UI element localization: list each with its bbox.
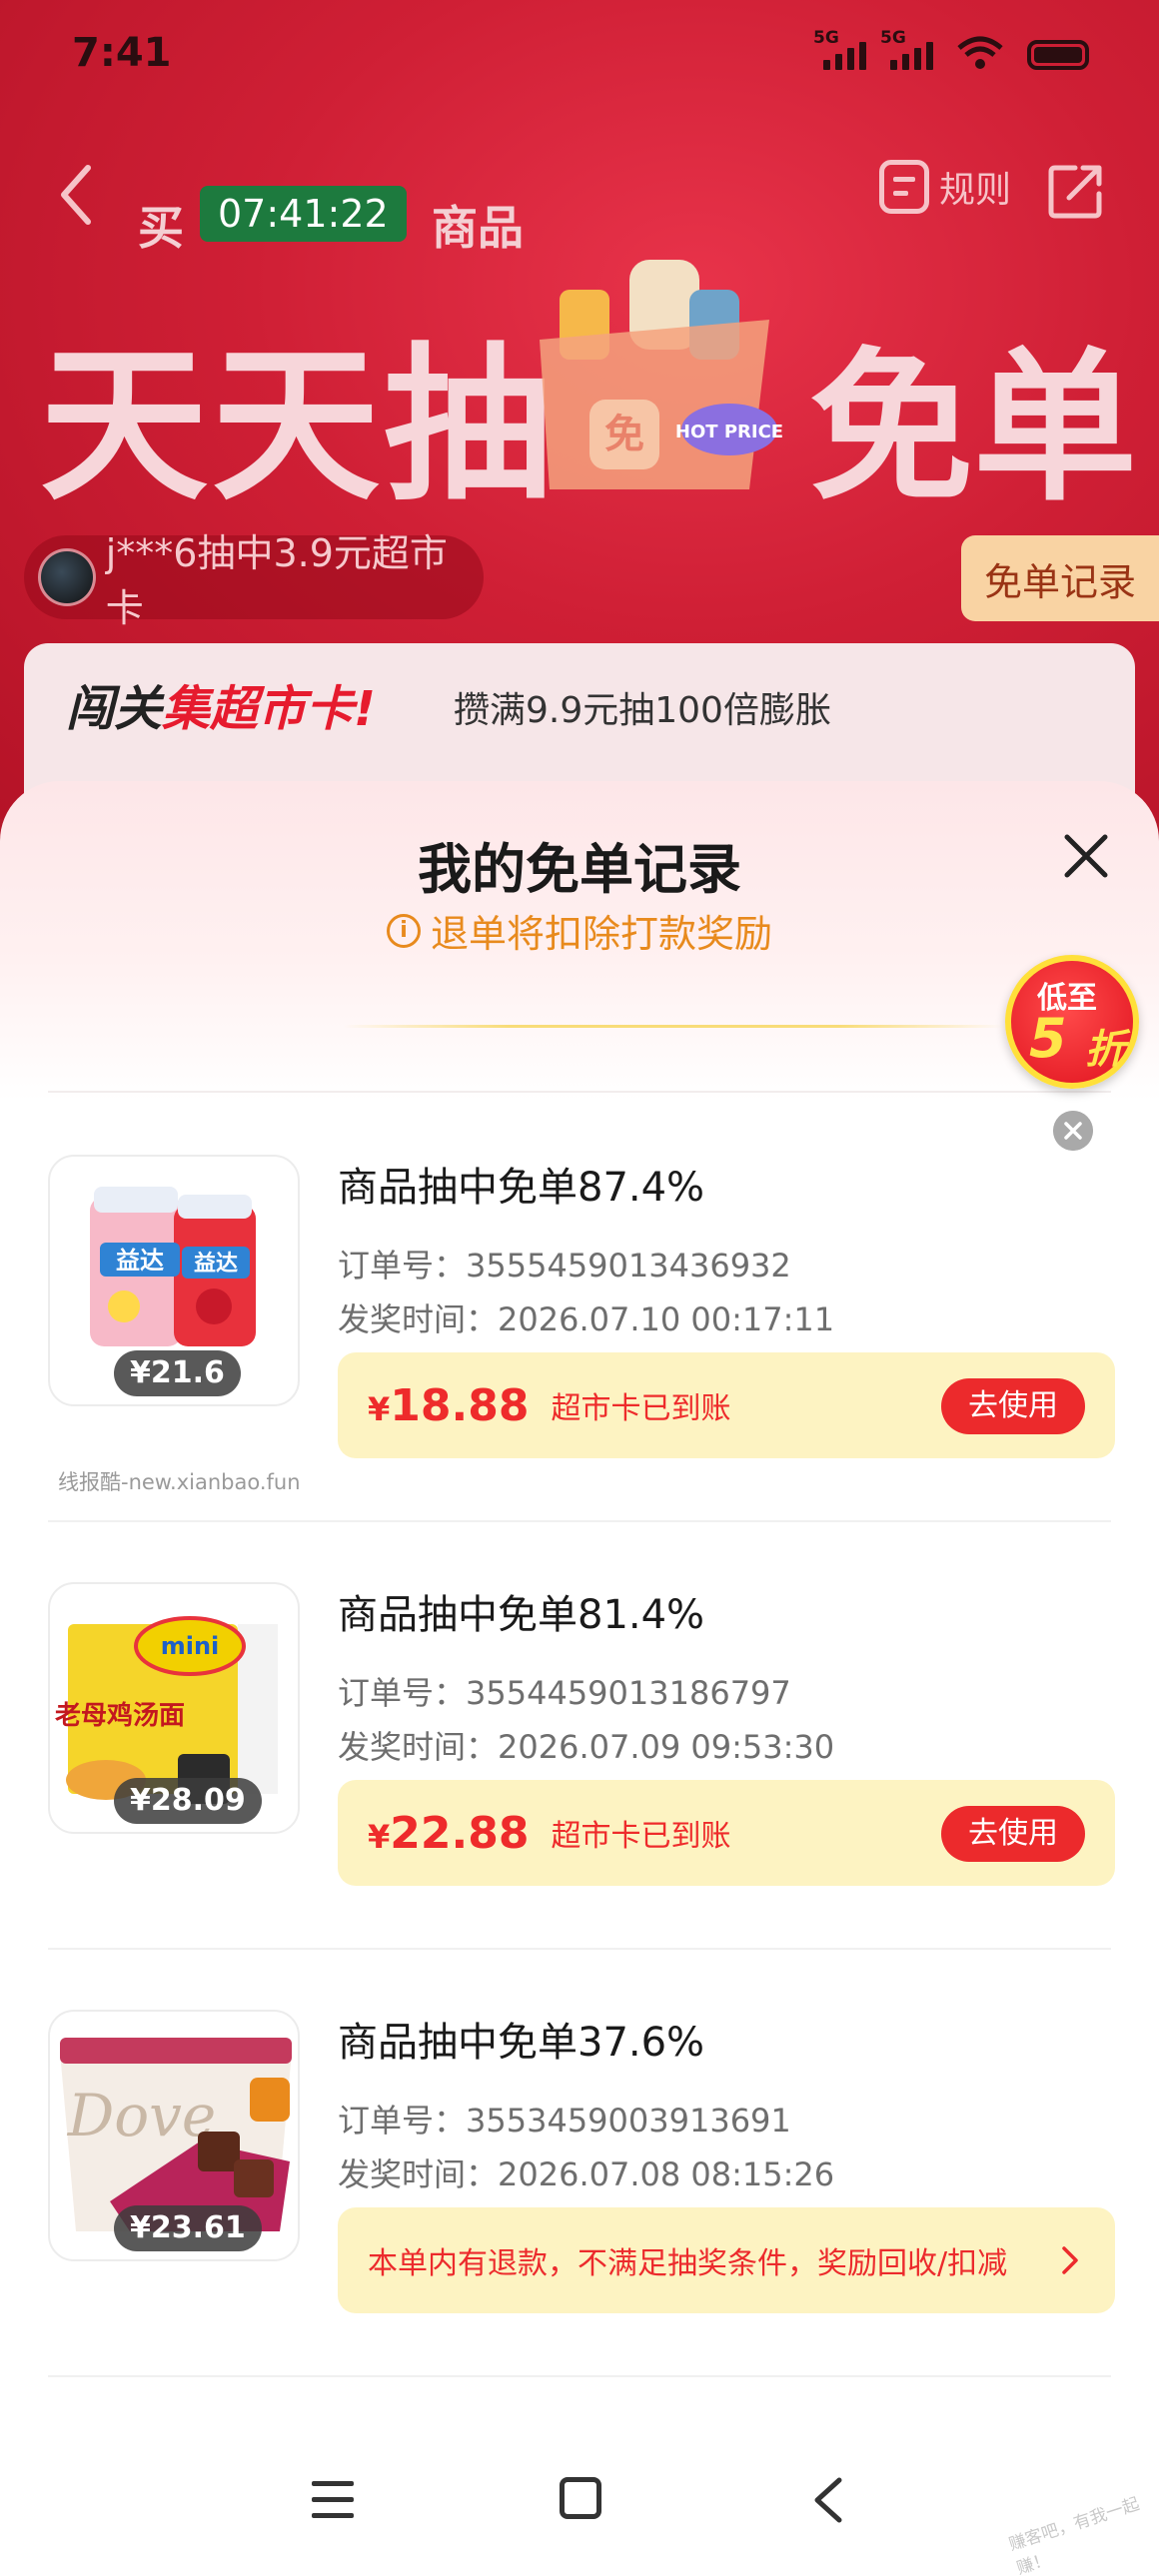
- reward-bar: ¥18.88 超市卡已到账 去使用: [338, 1352, 1115, 1458]
- product-thumbnail[interactable]: Dove ¥23.61: [48, 2010, 300, 2261]
- screen-record-timer: 07:41:22: [200, 186, 407, 242]
- order-number: 订单号：3555459013436932: [338, 1247, 791, 1285]
- svg-text:免: 免: [604, 412, 644, 457]
- shopping-bag-illustration: 免 HOT PRICE: [540, 260, 783, 489]
- reward-status: 超市卡已到账: [551, 1819, 731, 1854]
- battery-icon: [1027, 40, 1089, 70]
- signal-icon: 5G: [813, 28, 866, 70]
- refund-warning-text: 本单内有退款，不满足抽奖条件，奖励回收/扣减: [368, 2246, 1008, 2281]
- refund-notice-text: 退单将扣除打款奖励: [430, 912, 772, 956]
- info-icon: i: [386, 913, 421, 948]
- avatar: [38, 548, 96, 606]
- record-title: 商品抽中免单37.6%: [338, 2020, 705, 2066]
- record-item: 益达 益达 ¥21.6 商品抽中免单87.4% 订单号：355545901343…: [0, 1155, 1159, 1582]
- share-icon[interactable]: [1045, 160, 1107, 222]
- back-icon[interactable]: [809, 2475, 845, 2525]
- divider: [48, 1091, 1111, 1093]
- status-icons: 5G 5G: [813, 28, 1089, 70]
- headline-left: 天天抽: [40, 328, 556, 523]
- status-time: 7:41: [72, 30, 172, 76]
- use-button[interactable]: 去使用: [941, 1806, 1085, 1862]
- refund-notice-bar[interactable]: 本单内有退款，不满足抽奖条件，奖励回收/扣减: [338, 2207, 1115, 2313]
- banner: 7:41 5G 5G 买商品 07:41:22 规则 天天抽 免 HOT PRI…: [0, 0, 1159, 819]
- record-item: Dove ¥23.61 商品抽中免单37.6% 订单号：355345900391…: [0, 2010, 1159, 2437]
- reward-amount: ¥22.88: [368, 1807, 530, 1859]
- product-thumbnail[interactable]: 益达 益达 ¥21.6: [48, 1155, 300, 1406]
- reward-bar: ¥22.88 超市卡已到账 去使用: [338, 1780, 1115, 1886]
- record-item: mini 老母鸡汤面 ¥28.09 商品抽中免单81.4% 订单号：355445…: [0, 1582, 1159, 2010]
- system-nav-bar: [0, 2437, 1159, 2576]
- promo-subtitle: 攒满9.9元抽100倍膨胀: [454, 690, 831, 731]
- sheet-title: 我的免单记录: [418, 838, 741, 901]
- home-icon[interactable]: [560, 2477, 601, 2519]
- divider: [48, 1948, 1111, 1950]
- refund-notice: i 退单将扣除打款奖励: [0, 903, 1159, 958]
- use-button[interactable]: 去使用: [941, 1378, 1085, 1434]
- divider: [48, 2375, 1111, 2377]
- svg-text:老母鸡汤面: 老母鸡汤面: [55, 1700, 185, 1731]
- wifi-icon: [957, 36, 1003, 69]
- order-number: 订单号：3554459013186797: [338, 1674, 791, 1712]
- record-title: 商品抽中免单81.4%: [338, 1592, 705, 1638]
- svg-text:益达: 益达: [116, 1247, 164, 1275]
- product-thumbnail[interactable]: mini 老母鸡汤面 ¥28.09: [48, 1582, 300, 1834]
- free-order-record-sheet: 我的免单记录 i 退单将扣除打款奖励 益达 益达 ¥21.6 商品抽中免单87.: [0, 781, 1159, 2576]
- product-price: ¥21.6: [114, 1350, 241, 1396]
- menu-icon[interactable]: [312, 2481, 354, 2519]
- svg-text:Dove: Dove: [67, 2082, 217, 2149]
- reward-amount: ¥18.88: [368, 1379, 530, 1431]
- svg-text:HOT PRICE: HOT PRICE: [675, 422, 783, 442]
- close-icon[interactable]: [1053, 1111, 1093, 1151]
- free-order-record-button[interactable]: 免单记录: [961, 535, 1159, 621]
- watermark: 线报酷-new.xianbao.fun: [58, 1470, 301, 1494]
- close-icon[interactable]: [1059, 829, 1113, 883]
- winner-text: j***6抽中3.9元超市卡: [105, 531, 448, 630]
- divider: [48, 1520, 1111, 1522]
- winner-ticker: j***6抽中3.9元超市卡: [24, 531, 484, 630]
- award-time: 发奖时间：2026.07.09 09:53:30: [338, 1728, 835, 1766]
- svg-text:mini: mini: [161, 1632, 220, 1660]
- chevron-right-icon: [1062, 2246, 1078, 2274]
- headline-right: 免单: [809, 333, 1138, 523]
- status-bar: 7:41 5G 5G: [0, 0, 1159, 120]
- rule-label: 规则: [939, 170, 1012, 211]
- divider: [344, 1025, 1003, 1028]
- back-arrow-icon[interactable]: [52, 160, 102, 230]
- signal-icon: 5G: [880, 28, 933, 70]
- order-number: 订单号：3553459003913691: [338, 2102, 791, 2140]
- award-time: 发奖时间：2026.07.08 08:15:26: [338, 2155, 835, 2193]
- reward-status: 超市卡已到账: [551, 1391, 731, 1426]
- rule-button[interactable]: 规则: [879, 160, 1011, 214]
- product-price: ¥23.61: [114, 2205, 262, 2251]
- promo-title: 闯关集超市卡!: [66, 681, 376, 737]
- document-icon: [879, 160, 929, 214]
- svg-text:益达: 益达: [194, 1251, 238, 1277]
- discount-badge[interactable]: 低至 5 折: [1005, 955, 1139, 1089]
- record-title: 商品抽中免单87.4%: [338, 1165, 705, 1211]
- award-time: 发奖时间：2026.07.10 00:17:11: [338, 1300, 835, 1338]
- product-price: ¥28.09: [114, 1778, 262, 1824]
